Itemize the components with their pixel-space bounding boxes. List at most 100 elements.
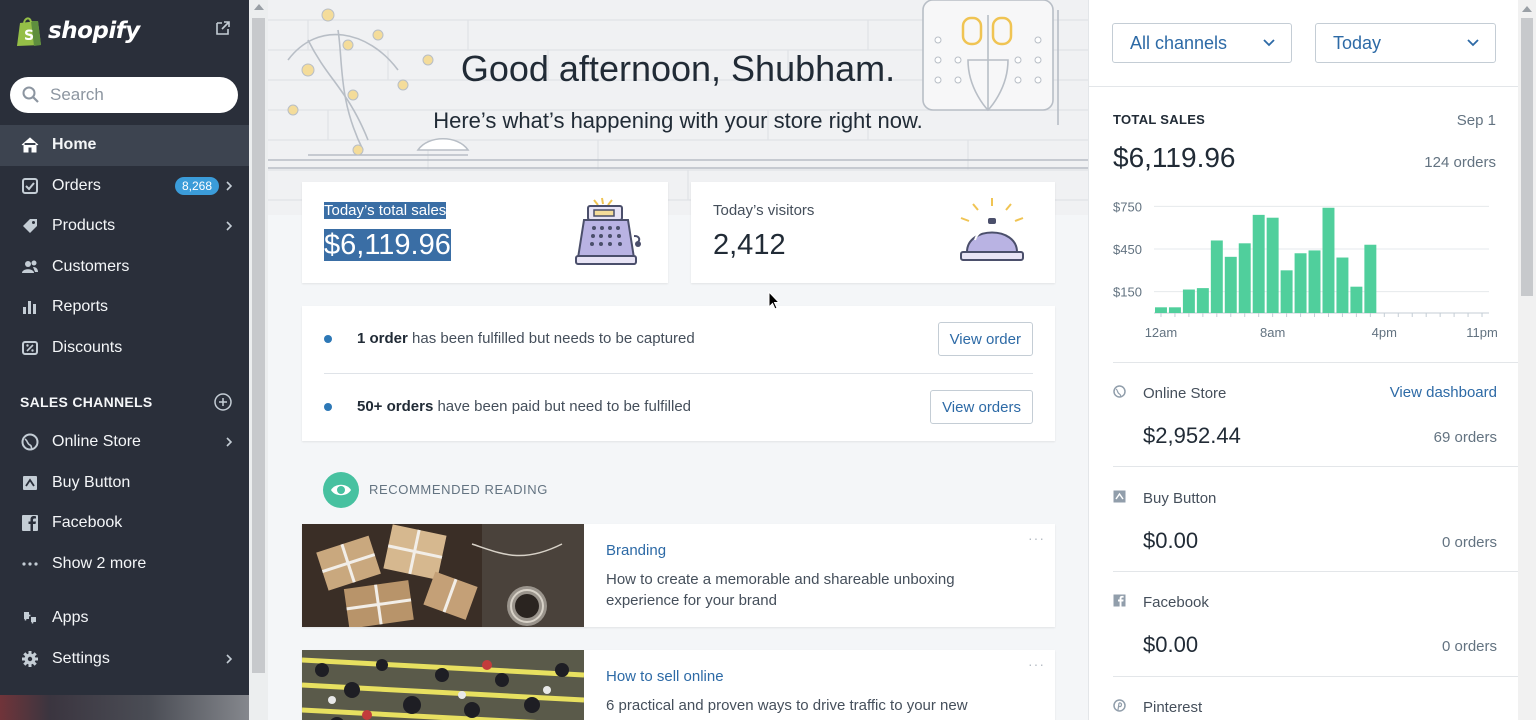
hourly-sales-chart: $750 $450 $150 12am 8am 4pm 11pm (1113, 199, 1498, 340)
article-card[interactable]: How to sell online 6 practical and prove… (302, 650, 1055, 720)
period-filter-dropdown[interactable]: Today (1315, 23, 1496, 63)
sales-bar[interactable] (1155, 307, 1167, 313)
view-order-button[interactable]: View order (937, 322, 1033, 356)
nav-online-store[interactable]: Online Store (0, 422, 249, 463)
recommended-reading-heading: RECOMMENDED READING (369, 482, 548, 497)
y-tick-label: $750 (1113, 199, 1142, 214)
nav-facebook[interactable]: Facebook (0, 503, 249, 544)
x-tick-label: 4pm (1372, 325, 1397, 340)
nav-label: Online Store (52, 433, 141, 451)
bullet (324, 403, 332, 411)
channel-name: Facebook (1143, 594, 1209, 611)
visitors-card[interactable]: Today’s visitors 2,412 (691, 182, 1055, 283)
page-scrollbar[interactable] (1518, 0, 1536, 720)
buy-button-icon (1113, 490, 1126, 503)
orders-icon (20, 176, 40, 196)
nav-products[interactable]: Products (0, 206, 249, 247)
sidebar-scrollbar[interactable] (249, 0, 268, 720)
nav-label: Discounts (52, 338, 123, 356)
sales-bar[interactable] (1336, 257, 1349, 313)
nav-apps[interactable]: Apps (0, 598, 249, 639)
total-sales-card[interactable]: Today’s total sales $6,119.96 (302, 182, 668, 283)
nav-buy-button[interactable]: Buy Button (0, 463, 249, 504)
sales-bar[interactable] (1350, 286, 1363, 313)
nav-label: Settings (52, 649, 110, 667)
sales-bar[interactable] (1266, 217, 1279, 313)
article-category-link[interactable]: Branding (606, 542, 666, 559)
customers-icon (20, 257, 40, 277)
more-options-icon[interactable]: ··· (1028, 656, 1045, 672)
channel-sales-value: $0.00 (1143, 528, 1199, 553)
sales-bar[interactable] (1196, 288, 1209, 313)
article-description[interactable]: 6 practical and proven ways to drive tra… (606, 695, 1006, 720)
more-options-icon[interactable]: ··· (1028, 530, 1045, 546)
globe-icon (20, 432, 40, 452)
channel-orders: 0 orders (1441, 534, 1497, 551)
divider (1113, 676, 1519, 677)
search-icon (22, 86, 39, 103)
cash-register-icon (575, 197, 641, 265)
sidebar: S shopify Home Orders 8,268 (0, 0, 249, 720)
kpi-value-text: $6,119.96 (324, 229, 451, 261)
nav-home[interactable]: Home (0, 125, 249, 166)
add-channel-icon[interactable] (214, 393, 232, 411)
view-orders-button[interactable]: View orders (930, 390, 1033, 424)
scrollbar-thumb[interactable] (252, 18, 265, 673)
article-category-link[interactable]: How to sell online (606, 668, 724, 685)
nav-settings[interactable]: Settings (0, 639, 249, 680)
channel-name: Online Store (1143, 385, 1227, 402)
channel-filter-dropdown[interactable]: All channels (1112, 23, 1292, 63)
nav-customers[interactable]: Customers (0, 247, 249, 288)
crowd-photo (302, 650, 584, 720)
total-sales-value: $6,119.96 (1113, 142, 1236, 173)
divider (1113, 466, 1519, 467)
sales-bar[interactable] (1224, 256, 1237, 313)
task-row: 50+ orders have been paid but need to be… (302, 374, 1055, 442)
sales-bar[interactable] (1294, 253, 1307, 313)
sales-bar[interactable] (1168, 307, 1181, 313)
sales-bar[interactable] (1280, 270, 1293, 313)
nav-discounts[interactable]: Discounts (0, 328, 249, 369)
sales-bar[interactable] (1364, 244, 1377, 313)
nav-orders[interactable]: Orders 8,268 (0, 166, 249, 207)
sales-panel: All channels Today TOTAL SALES Sep 1 $6,… (1088, 0, 1519, 720)
nav-label: Show 2 more (52, 554, 147, 572)
greeting-subtitle: Here’s what’s happening with your store … (433, 108, 923, 133)
chevron-down-icon (1263, 39, 1275, 47)
scroll-up-arrow-icon[interactable] (1522, 6, 1532, 12)
tasks-card: 1 order has been fulfilled but needs to … (302, 306, 1055, 441)
article-description[interactable]: How to create a memorable and shareable … (606, 569, 1006, 611)
sales-bar[interactable] (1308, 250, 1321, 313)
main-nav: Home Orders 8,268 Products Customers Rep… (0, 125, 249, 368)
gear-icon (20, 649, 40, 669)
divider (1113, 571, 1519, 572)
total-sales-label: TOTAL SALES (1113, 112, 1206, 127)
chevron-right-icon (226, 180, 233, 191)
task-count: 1 order (357, 330, 408, 347)
nav-label: Apps (52, 609, 89, 627)
external-link-icon[interactable] (215, 20, 231, 36)
task-text: 1 order has been fulfilled but needs to … (357, 330, 695, 347)
sales-bar[interactable] (1238, 243, 1251, 313)
bullet (324, 335, 332, 343)
logo[interactable]: S shopify (0, 0, 249, 62)
nav-label: Orders (52, 176, 101, 194)
search-input[interactable] (50, 85, 220, 105)
nav-label: Customers (52, 257, 130, 275)
task-description: has been fulfilled but needs to be captu… (407, 330, 695, 347)
x-tick-label: 11pm (1466, 325, 1498, 340)
sales-bar[interactable] (1182, 289, 1195, 313)
reports-icon (20, 297, 40, 317)
scroll-up-arrow-icon[interactable] (254, 4, 264, 10)
view-dashboard-link[interactable]: View dashboard (1390, 384, 1497, 401)
sales-bar[interactable] (1252, 214, 1265, 313)
nav-show-more[interactable]: Show 2 more (0, 544, 249, 585)
scrollbar-thumb[interactable] (1521, 18, 1533, 296)
home-icon (20, 135, 40, 155)
search-box[interactable] (10, 77, 238, 113)
kpi-label-text: Today’s total sales (324, 202, 447, 219)
nav-reports[interactable]: Reports (0, 287, 249, 328)
sales-bar[interactable] (1322, 207, 1335, 313)
article-card[interactable]: Branding How to create a memorable and s… (302, 524, 1055, 627)
sales-bar[interactable] (1210, 240, 1223, 313)
